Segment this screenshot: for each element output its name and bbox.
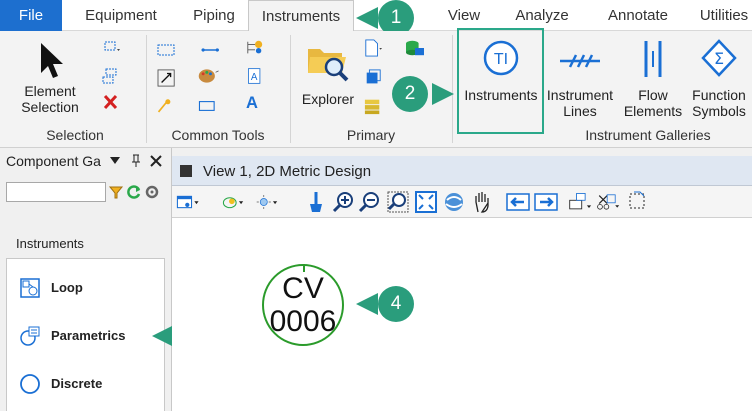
instrument-lines-label: Instrument Lines	[546, 87, 614, 119]
pan-view-icon[interactable]	[470, 190, 494, 214]
loop-icon	[20, 278, 40, 298]
view-toolbar	[172, 186, 752, 218]
element-selection-button[interactable]: Element Selection	[8, 35, 92, 121]
tab-analyze[interactable]: Analyze	[506, 0, 578, 31]
flow-elements-label: Flow Elements	[623, 87, 683, 119]
lighting-icon[interactable]	[256, 190, 280, 214]
instrument-line-icon	[560, 54, 600, 68]
gallery-item-parametrics[interactable]: Parametrics	[7, 313, 166, 361]
callout-2: 2	[392, 76, 456, 112]
svg-text:Σ: Σ	[714, 49, 724, 68]
rectangle-icon[interactable]	[198, 97, 220, 115]
level-icon[interactable]	[244, 39, 266, 57]
rotate-view-icon[interactable]	[442, 190, 466, 214]
instrument-lines-button[interactable]: Instrument Lines	[544, 35, 616, 121]
tab-annotate[interactable]: Annotate	[596, 0, 680, 31]
element-selection-label: Element Selection	[21, 83, 79, 115]
explorer-button[interactable]: Explorer	[296, 35, 360, 121]
line-weight-icon[interactable]	[200, 41, 222, 59]
group-separator	[146, 35, 147, 143]
update-view-icon[interactable]	[304, 190, 328, 214]
bubble-top-tick	[303, 264, 305, 272]
tab-piping[interactable]: Piping	[180, 0, 248, 31]
bubble-tag-top: CV	[282, 272, 324, 305]
gallery-item-label: Loop	[51, 280, 83, 295]
instrument-galleries-group-label: Instrument Galleries	[585, 127, 711, 143]
ribbon: Element Selection Selection A A Common T…	[0, 31, 752, 148]
arrow-pointer-icon	[41, 43, 63, 78]
function-symbol-icon: Σ	[701, 39, 737, 77]
flow-elements-button[interactable]: Flow Elements	[618, 35, 688, 121]
view-window-icon[interactable]	[180, 165, 192, 177]
gallery-item-discrete[interactable]: Discrete	[7, 361, 166, 409]
tab-file[interactable]: File	[0, 0, 62, 31]
refresh-icon[interactable]	[126, 184, 142, 200]
tab-view[interactable]: View	[434, 0, 494, 31]
gallery-item-loop[interactable]: Loop	[7, 265, 166, 313]
design-canvas[interactable]	[172, 218, 752, 411]
callout-4-number: 4	[378, 286, 414, 322]
select-dropdown-icon[interactable]	[100, 39, 122, 57]
gallery-item-list: Loop Parametrics Discrete	[6, 258, 165, 411]
explorer-folder-icon	[308, 49, 349, 82]
function-symbols-label: Function Symbols	[692, 87, 746, 119]
text-icon[interactable]: A	[244, 93, 266, 111]
component-gallery-panel: Component Ga Instruments Loop Parametric…	[0, 148, 172, 411]
view-frame-top	[172, 148, 752, 156]
display-style-icon[interactable]	[222, 190, 246, 214]
select-all-icon[interactable]	[100, 67, 122, 85]
tab-instruments[interactable]: Instruments	[248, 0, 354, 32]
panel-section-heading: Instruments	[16, 236, 84, 251]
primary-group-label: Primary	[346, 127, 396, 143]
function-symbols-button[interactable]: Σ Function Symbols	[688, 35, 750, 121]
flow-element-icon	[644, 41, 662, 77]
svg-text:A: A	[251, 72, 258, 83]
tab-utilities[interactable]: Utilities	[692, 0, 752, 31]
window-area-icon[interactable]	[386, 190, 410, 214]
instruments-highlight-frame	[457, 28, 544, 134]
color-palette-icon[interactable]	[198, 67, 220, 85]
view-title-bar: View 1, 2D Metric Design	[172, 156, 752, 186]
view-title: View 1, 2D Metric Design	[203, 163, 372, 180]
callout-4: 4	[350, 286, 414, 322]
clip-volume-icon[interactable]	[596, 190, 620, 214]
chevron-down-icon[interactable]	[110, 157, 120, 165]
close-icon[interactable]	[150, 155, 162, 167]
explorer-label: Explorer	[301, 91, 355, 107]
line-style-icon[interactable]	[156, 41, 178, 59]
common-tools-group-label: Common Tools	[171, 127, 265, 143]
instrument-bubble[interactable]: CV 0006	[262, 264, 344, 346]
gallery-item-label: Parametrics	[51, 328, 126, 343]
clear-selection-icon[interactable]	[100, 93, 122, 111]
text-note-icon[interactable]: A	[244, 67, 266, 85]
move-icon[interactable]	[156, 69, 178, 87]
zoom-in-icon[interactable]	[332, 190, 356, 214]
pin-icon[interactable]	[130, 154, 142, 168]
view-previous-icon[interactable]	[506, 190, 530, 214]
gallery-item-label: Discrete	[51, 376, 103, 391]
tab-equipment[interactable]: Equipment	[62, 0, 180, 31]
clip-mask-icon[interactable]	[626, 190, 650, 214]
settings-icon[interactable]	[144, 184, 160, 200]
place-point-icon[interactable]	[156, 97, 178, 115]
cube-icon[interactable]	[362, 69, 384, 87]
view-next-icon[interactable]	[534, 190, 558, 214]
copy-view-icon[interactable]	[568, 190, 592, 214]
fit-view-icon[interactable]	[414, 190, 438, 214]
group-separator	[290, 35, 291, 143]
panel-title: Component Ga	[2, 150, 170, 172]
selection-group-label: Selection	[46, 127, 104, 143]
filter-icon[interactable]	[108, 184, 124, 200]
view-attributes-icon[interactable]	[176, 190, 200, 214]
discrete-icon	[20, 374, 40, 394]
callout-2-number: 2	[392, 76, 428, 112]
layers-icon[interactable]	[362, 97, 384, 115]
database-icon[interactable]	[404, 39, 426, 57]
parametrics-icon	[20, 326, 40, 346]
bubble-tag-bottom: 0006	[269, 305, 337, 338]
svg-text:A: A	[246, 94, 258, 111]
file-icon[interactable]	[362, 39, 384, 57]
zoom-out-icon[interactable]	[358, 190, 382, 214]
search-input[interactable]	[6, 182, 106, 202]
